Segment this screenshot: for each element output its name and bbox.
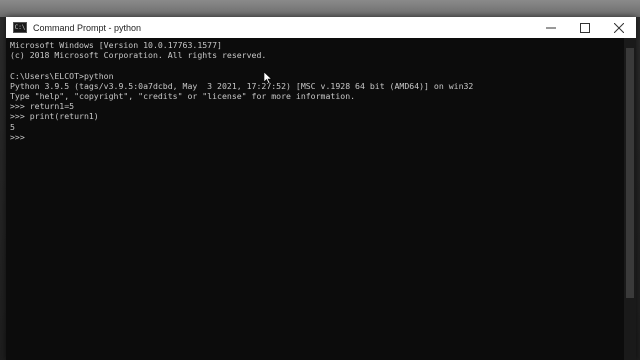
console-line: Python 3.9.5 (tags/v3.9.5:0a7dcbd, May 3… [10, 80, 474, 91]
close-button[interactable] [602, 17, 636, 38]
scrollbar-thumb[interactable] [626, 48, 634, 298]
console-line: Microsoft Windows [Version 10.0.17763.15… [10, 40, 222, 50]
console-line: 5 [10, 121, 15, 132]
minimize-icon [546, 27, 556, 28]
console-line: C:\Users\ELCOT>python [10, 70, 114, 81]
title-bar[interactable]: C:\ Command Prompt - python [6, 17, 636, 38]
window-controls [534, 17, 636, 38]
window-title: Command Prompt - python [33, 22, 142, 33]
console-line: >>> print(return1) [10, 111, 99, 122]
close-icon [614, 22, 624, 33]
console-line: >>> return1=5 [10, 101, 75, 112]
vertical-scrollbar[interactable] [624, 38, 636, 360]
mouse-cursor-icon [264, 72, 272, 84]
minimize-button[interactable] [534, 17, 568, 38]
screen: C:\ Command Prompt - python Microsoft Wi… [0, 0, 640, 360]
console-prompt-line[interactable]: >>> [10, 132, 624, 142]
command-prompt-icon: C:\ [13, 22, 27, 33]
command-prompt-window[interactable]: C:\ Command Prompt - python Microsoft Wi… [6, 17, 636, 360]
maximize-button[interactable] [568, 17, 602, 38]
console-line: (c) 2018 Microsoft Corporation. All righ… [10, 50, 267, 61]
console-line: Type "help", "copyright", "credits" or "… [10, 90, 356, 101]
console-output[interactable]: Microsoft Windows [Version 10.0.17763.15… [6, 38, 624, 360]
background-strip [0, 0, 640, 17]
maximize-icon [580, 22, 590, 33]
